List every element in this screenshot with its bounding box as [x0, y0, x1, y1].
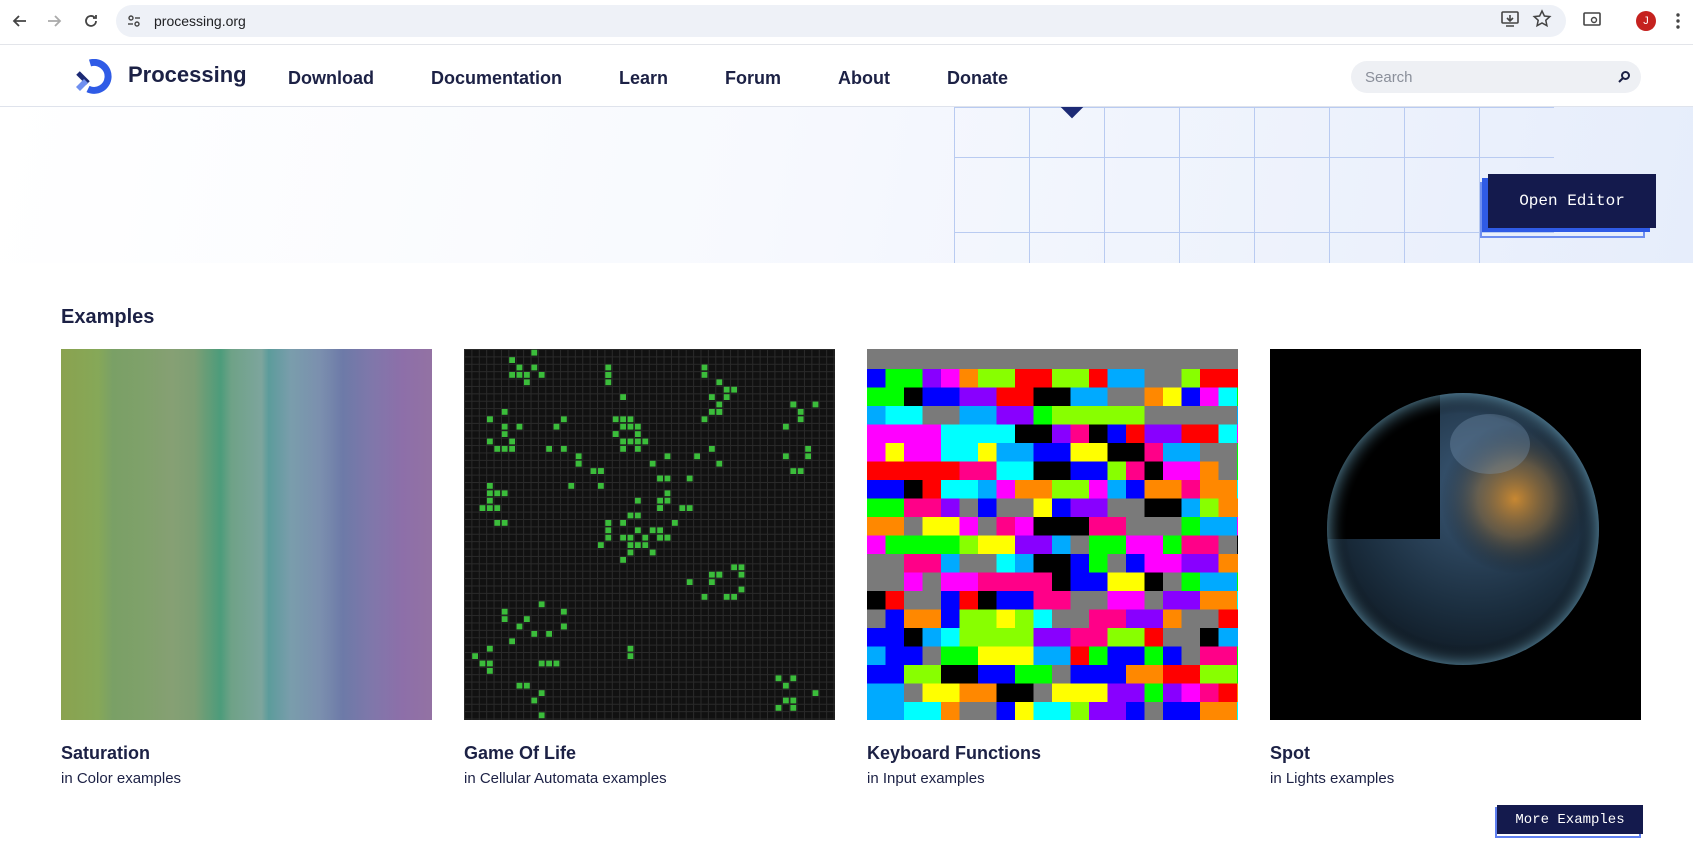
- card-subtitle: in Lights examples: [1270, 770, 1395, 787]
- main-nav: Download Documentation Learn Forum About…: [288, 68, 1065, 89]
- examples-heading: Examples: [61, 306, 155, 328]
- open-editor-button[interactable]: Open Editor: [1488, 174, 1656, 228]
- keyboard-functions-thumbnail[interactable]: [867, 349, 1238, 720]
- game-of-life-thumbnail[interactable]: [464, 349, 835, 720]
- example-card-saturation[interactable]: Saturation in Color examples: [61, 349, 432, 787]
- browser-toolbar: processing.org J: [0, 0, 1693, 45]
- search-input[interactable]: [1365, 67, 1605, 87]
- site-settings-icon[interactable]: [126, 13, 142, 29]
- decorative-grid: [954, 107, 1554, 263]
- nav-donate[interactable]: Donate: [947, 68, 1008, 89]
- tab-search-icon[interactable]: [1582, 9, 1604, 31]
- nav-forum[interactable]: Forum: [725, 68, 781, 89]
- processing-logo-icon[interactable]: [74, 58, 114, 95]
- brand-name[interactable]: Processing: [128, 62, 247, 88]
- browser-menu-icon[interactable]: [1675, 11, 1681, 31]
- card-title[interactable]: Game Of Life: [464, 743, 576, 764]
- card-title[interactable]: Saturation: [61, 743, 150, 764]
- url-text[interactable]: processing.org: [154, 13, 246, 29]
- nav-about[interactable]: About: [838, 68, 890, 89]
- address-bar[interactable]: processing.org: [116, 5, 1566, 37]
- more-examples-group: More Examples: [1495, 805, 1643, 839]
- nav-download[interactable]: Download: [288, 68, 374, 89]
- hero-section: Open Editor: [0, 107, 1693, 263]
- card-title[interactable]: Keyboard Functions: [867, 743, 1041, 764]
- example-card-keyboard-functions[interactable]: Keyboard Functions in Input examples: [867, 349, 1238, 787]
- open-editor-group: Open Editor: [1480, 174, 1660, 238]
- install-app-icon[interactable]: [1500, 9, 1522, 31]
- search-icon[interactable]: [1617, 70, 1631, 84]
- saturation-thumbnail[interactable]: [61, 349, 432, 720]
- nav-learn[interactable]: Learn: [619, 68, 668, 89]
- example-card-game-of-life[interactable]: Game Of Life in Cellular Automata exampl…: [464, 349, 835, 787]
- example-card-spot[interactable]: Spot in Lights examples: [1270, 349, 1641, 787]
- spot-thumbnail[interactable]: [1270, 349, 1641, 720]
- back-icon[interactable]: [8, 9, 32, 33]
- reload-icon[interactable]: [79, 9, 103, 33]
- card-subtitle: in Color examples: [61, 770, 182, 787]
- card-title[interactable]: Spot: [1270, 743, 1310, 764]
- profile-avatar[interactable]: J: [1636, 11, 1656, 31]
- more-examples-button[interactable]: More Examples: [1497, 805, 1643, 834]
- forward-icon[interactable]: [42, 9, 66, 33]
- site-header: Processing Download Documentation Learn …: [0, 46, 1693, 107]
- nav-documentation[interactable]: Documentation: [431, 68, 562, 89]
- card-subtitle: in Cellular Automata examples: [464, 770, 667, 787]
- bookmark-star-icon[interactable]: [1532, 9, 1554, 31]
- card-subtitle: in Input examples: [867, 770, 985, 787]
- search-box: [1351, 61, 1641, 93]
